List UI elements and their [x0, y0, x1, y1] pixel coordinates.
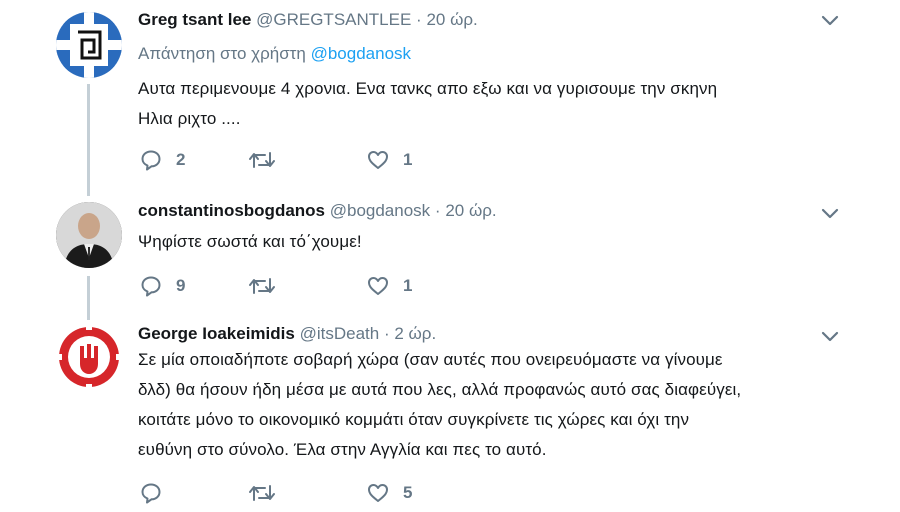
retweet-button[interactable] — [248, 148, 290, 172]
like-button[interactable]: 1 — [367, 148, 412, 172]
author-name[interactable]: George Ioakeimidis — [138, 324, 295, 343]
tweet: constantinosbogdanos @bogdanosk · 20 ώρ.… — [0, 196, 900, 306]
chevron-down-icon[interactable] — [820, 14, 840, 28]
retweet-arrows-icon — [248, 275, 276, 297]
reply-count: 2 — [176, 150, 186, 169]
reply-bubble-icon — [140, 275, 162, 297]
author-handle[interactable]: @GREGTSANTLEE — [256, 10, 411, 29]
reply-button[interactable]: 2 — [140, 148, 185, 172]
reply-mention-link[interactable]: @bogdanosk — [311, 44, 411, 63]
heart-icon — [367, 275, 389, 297]
timestamp[interactable]: 20 ώρ. — [426, 10, 477, 29]
tweet-text: Αυτα περιμενουμε 4 χρονια. Ενα τανκς απο… — [138, 79, 718, 128]
like-button[interactable]: 5 — [367, 481, 412, 505]
author-handle[interactable]: @itsDeath — [300, 324, 380, 343]
retweet-button[interactable] — [248, 481, 290, 505]
avatar[interactable] — [56, 324, 122, 390]
reply-context: Απάντηση στο χρήστη @bogdanosk — [138, 43, 411, 65]
retweet-arrows-icon — [248, 482, 276, 504]
like-count: 1 — [403, 276, 413, 295]
reply-count: 9 — [176, 276, 186, 295]
author-name[interactable]: constantinosbogdanos — [138, 201, 325, 220]
like-button[interactable]: 1 — [367, 274, 412, 298]
tweet: George Ioakeimidis @itsDeath · 2 ώρ. Σε … — [0, 318, 900, 512]
reply-prefix: Απάντηση στο χρήστη — [138, 44, 306, 63]
reply-bubble-icon — [140, 482, 162, 504]
chevron-down-icon[interactable] — [820, 330, 840, 344]
tweet: Greg tsant lee @GREGTSANTLEE · 20 ώρ. Απ… — [0, 0, 900, 190]
timestamp[interactable]: 20 ώρ. — [445, 201, 496, 220]
like-count: 5 — [403, 483, 413, 502]
chevron-down-icon[interactable] — [820, 207, 840, 221]
reply-bubble-icon — [140, 149, 162, 171]
reply-button[interactable] — [140, 481, 176, 505]
retweet-arrows-icon — [248, 149, 276, 171]
tweet-text: Σε μία οποιαδήποτε σοβαρή χώρα (σαν αυτέ… — [138, 350, 742, 459]
tweet-header: George Ioakeimidis @itsDeath · 2 ώρ. — [138, 323, 436, 345]
retweet-button[interactable] — [248, 274, 290, 298]
separator: · — [434, 201, 441, 220]
author-name[interactable]: Greg tsant lee — [138, 10, 251, 29]
reply-button[interactable]: 9 — [140, 274, 185, 298]
tweet-header: Greg tsant lee @GREGTSANTLEE · 20 ώρ. — [138, 9, 478, 31]
avatar[interactable] — [56, 202, 122, 268]
author-handle[interactable]: @bogdanosk — [330, 201, 430, 220]
tweet-text: Ψηφίστε σωστά και τό΄χουμε! — [138, 232, 362, 251]
heart-icon — [367, 482, 389, 504]
separator: · — [383, 324, 390, 343]
like-count: 1 — [403, 150, 413, 169]
timestamp[interactable]: 2 ώρ. — [394, 324, 436, 343]
heart-icon — [367, 149, 389, 171]
separator: · — [416, 10, 422, 29]
avatar[interactable] — [56, 12, 122, 78]
tweet-header: constantinosbogdanos @bogdanosk · 20 ώρ. — [138, 200, 497, 222]
